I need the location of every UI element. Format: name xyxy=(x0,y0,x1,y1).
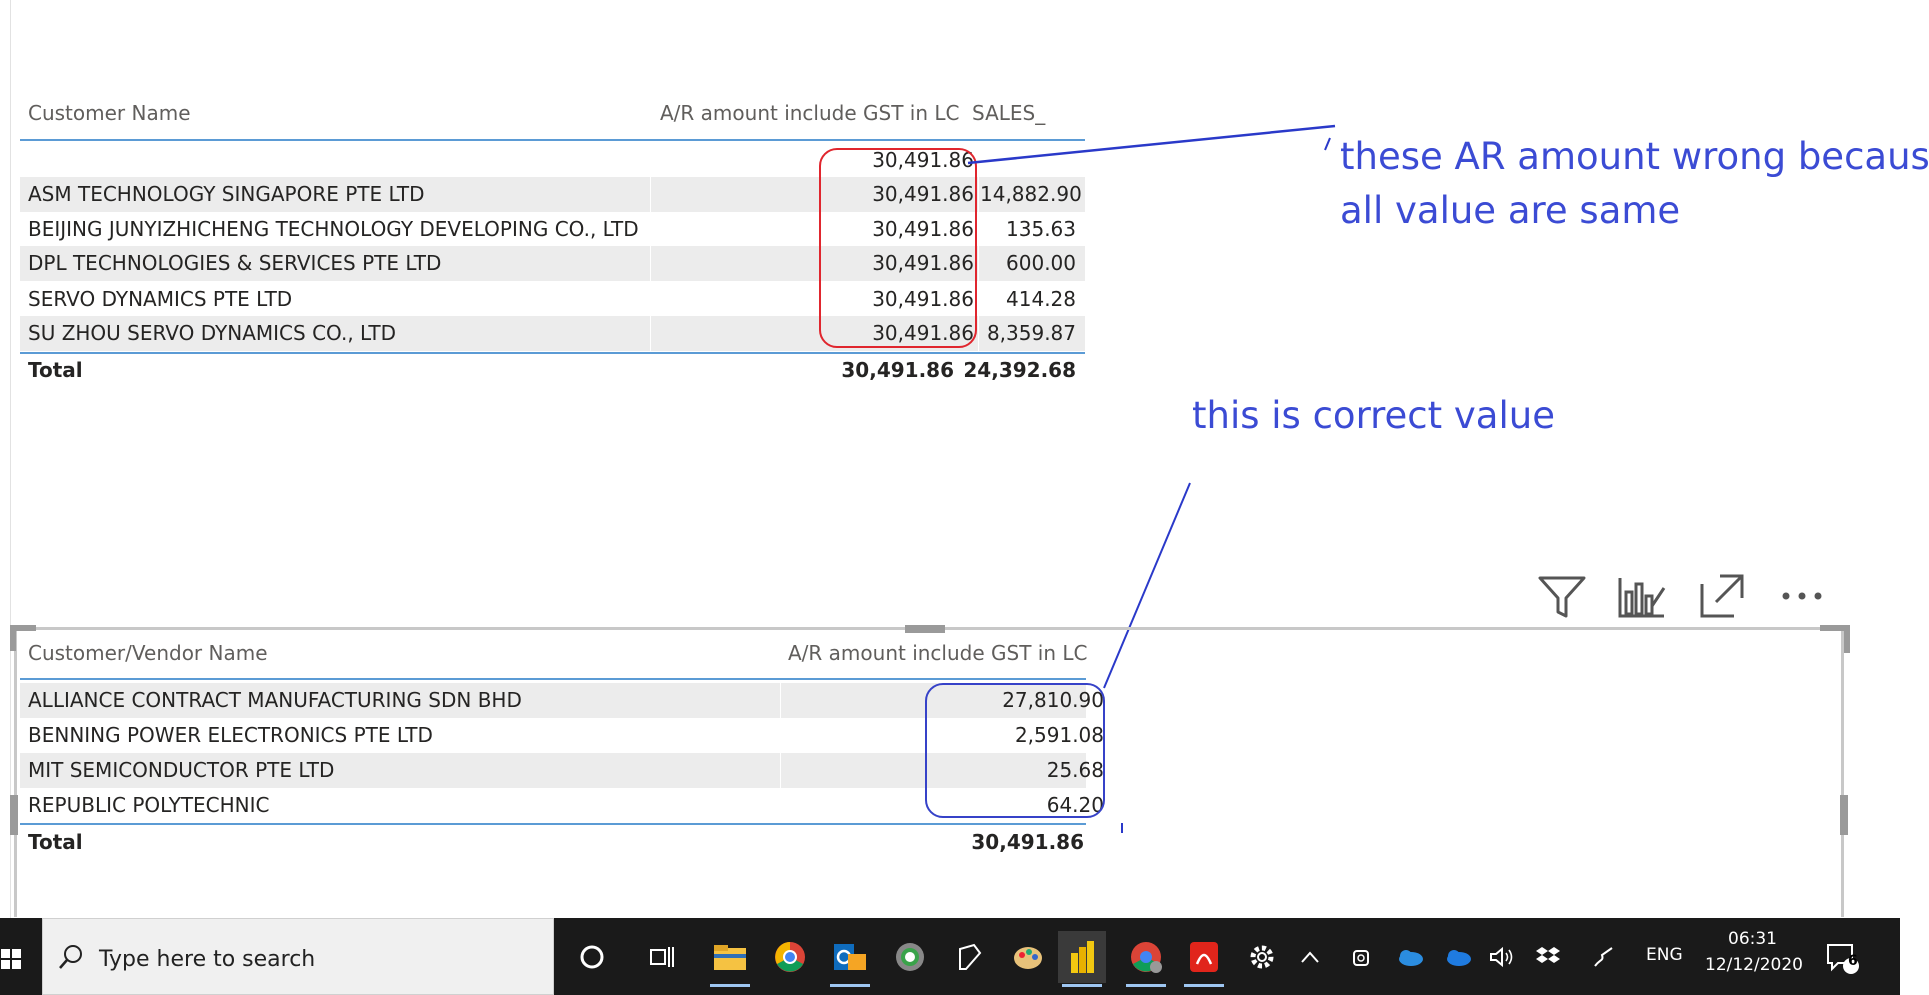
search-icon xyxy=(59,945,82,969)
onedrive-business-icon[interactable] xyxy=(1440,931,1476,983)
volume-icon[interactable] xyxy=(1484,931,1520,983)
total-ar-amount: 30,491.86 xyxy=(971,830,1084,854)
clock-time[interactable]: 06:31 xyxy=(1728,929,1777,949)
settings-gear-icon[interactable] xyxy=(1238,931,1286,983)
chrome-icon[interactable] xyxy=(766,931,814,983)
paint-icon[interactable] xyxy=(1004,931,1052,983)
clock-date[interactable]: 12/12/2020 xyxy=(1705,955,1803,975)
taskbar-search-box[interactable]: Type here to search xyxy=(42,918,554,995)
header-underline xyxy=(20,678,1086,680)
windows-start-icon[interactable] xyxy=(0,933,22,985)
total-separator xyxy=(20,823,1086,825)
power-bi-icon[interactable] xyxy=(1058,931,1106,987)
chevron-up-icon[interactable] xyxy=(1292,931,1328,983)
annotation-correct: this is correct value xyxy=(1192,394,1555,437)
notification-count: 6 xyxy=(1848,953,1858,969)
column-header-ar-amount[interactable]: A/R amount include GST in LC xyxy=(788,638,1087,668)
row-vendor-name: MIT SEMICONDUCTOR PTE LTD xyxy=(28,758,335,782)
annotation-blue-box xyxy=(925,683,1105,818)
annotation-wrong-line2: all value are same xyxy=(1340,189,1681,232)
annotation-wrong-line1: these AR amount wrong because xyxy=(1340,135,1929,178)
snip-sketch-icon[interactable] xyxy=(946,931,994,983)
onedrive-icon[interactable] xyxy=(1392,931,1428,983)
search-placeholder: Type here to search xyxy=(99,947,316,972)
chrome-profile-icon[interactable] xyxy=(1122,931,1170,987)
resize-handle[interactable] xyxy=(1844,625,1850,653)
row-vendor-name: ALLIANCE CONTRACT MANUFACTURING SDN BHD xyxy=(28,688,522,712)
dropbox-icon[interactable] xyxy=(1530,931,1566,983)
more-options-icon[interactable] xyxy=(1776,570,1828,622)
notification-center-icon[interactable]: 6 xyxy=(1820,931,1864,983)
filter-icon[interactable] xyxy=(1536,570,1588,622)
file-explorer-icon[interactable] xyxy=(706,931,754,987)
resize-handle[interactable] xyxy=(905,625,945,633)
row-vendor-name: BENNING POWER ELECTRONICS PTE LTD xyxy=(28,723,433,747)
acrobat-icon[interactable] xyxy=(1180,931,1228,987)
resize-handle[interactable] xyxy=(10,795,18,835)
row-vendor-name: REPUBLIC POLYTECHNIC xyxy=(28,793,270,817)
language-indicator[interactable]: ENG xyxy=(1646,945,1683,965)
pen-icon[interactable] xyxy=(1586,931,1622,983)
column-header-vendor-name[interactable]: Customer/Vendor Name xyxy=(28,638,268,668)
cortana-icon[interactable] xyxy=(568,931,616,983)
resize-handle[interactable] xyxy=(1840,795,1848,835)
app-ring-icon[interactable] xyxy=(886,931,934,983)
expand-icon[interactable] xyxy=(1696,570,1748,622)
total-label: Total xyxy=(28,830,83,854)
focus-mode-chart-icon[interactable] xyxy=(1616,570,1668,622)
outlook-icon[interactable] xyxy=(826,931,874,987)
meet-now-icon[interactable] xyxy=(1344,931,1380,983)
task-view-icon[interactable] xyxy=(638,931,686,983)
resize-handle[interactable] xyxy=(10,625,16,651)
